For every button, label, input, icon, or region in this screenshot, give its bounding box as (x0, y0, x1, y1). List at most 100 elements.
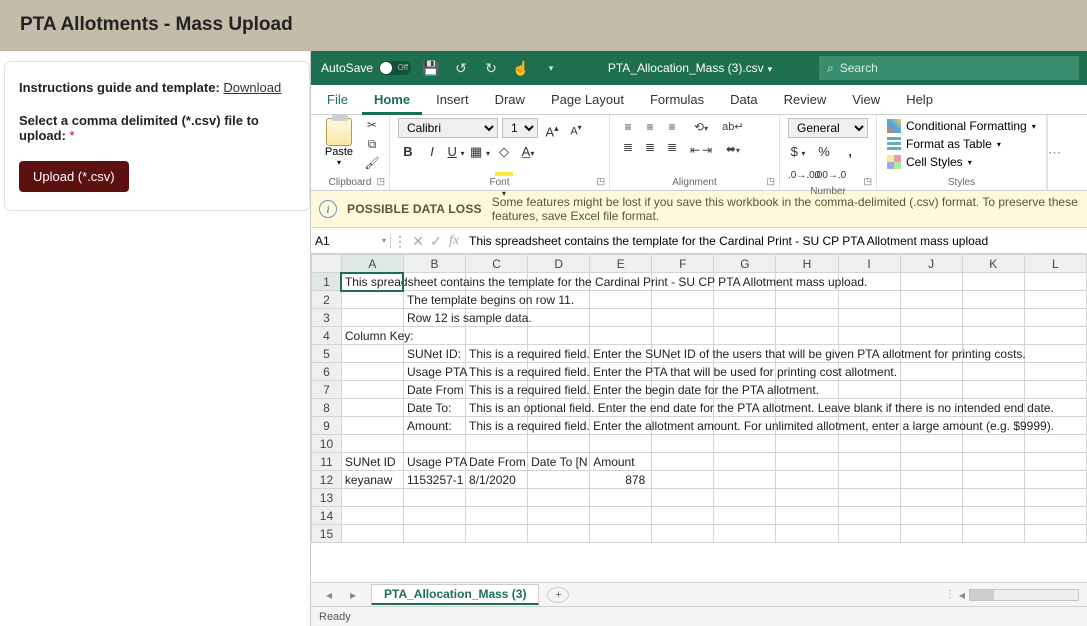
ribbon: Paste ▾ ✂ ⧉ 🖌 Clipboard ◳ Calibri (311, 115, 1087, 191)
accounting-format-icon[interactable]: $ ▾ (788, 142, 808, 162)
align-center-icon[interactable]: ≣ (640, 138, 660, 156)
excel-window: AutoSave Off 💾 ↺ ↻ ☝ ▾ PTA_Allocation_Ma… (310, 51, 1087, 626)
clipboard-icon (326, 118, 352, 146)
document-name[interactable]: PTA_Allocation_Mass (3).csv▾ (561, 61, 819, 75)
worksheet-grid[interactable]: A B C D E F G H I J K L 1This spreadshee… (311, 254, 1087, 582)
add-sheet-icon[interactable]: + (547, 587, 569, 603)
col-header[interactable]: I (838, 255, 900, 273)
col-header[interactable]: H (776, 255, 838, 273)
hscroll-left-icon[interactable]: ⋮ (945, 589, 955, 600)
group-number: General $ ▾ % , .0→.00 .00→.0 Number ◳ (780, 115, 877, 190)
group-font: Calibri 11 A▴ A▾ B I U ▾ ▦ ▾ ◇▾ A▾ Font (390, 115, 610, 190)
instructions-line: Instructions guide and template: Downloa… (19, 80, 295, 95)
align-top-icon[interactable]: ≡ (618, 118, 638, 136)
col-header[interactable]: A (341, 255, 403, 273)
wrap-text-icon[interactable]: ab↵ (722, 118, 743, 136)
search-box[interactable]: ⌕ (819, 56, 1079, 80)
increase-font-icon[interactable]: A▴ (542, 118, 562, 138)
number-launcher-icon[interactable]: ◳ (863, 176, 872, 187)
conditional-formatting-icon (887, 119, 901, 133)
merge-center-icon[interactable]: ⬌▾ (722, 140, 743, 160)
tab-review[interactable]: Review (772, 85, 839, 115)
cut-icon[interactable]: ✂ (363, 118, 381, 134)
autosave-toggle[interactable]: AutoSave Off (321, 61, 411, 75)
download-link[interactable]: Download (223, 80, 281, 95)
touch-mode-icon[interactable]: ☝ (511, 60, 531, 77)
select-file-label: Select a comma delimited (*.csv) file to… (19, 113, 295, 143)
redo-icon[interactable]: ↻ (481, 60, 501, 77)
align-left-icon[interactable]: ≣ (618, 138, 638, 156)
col-header[interactable]: C (466, 255, 528, 273)
col-header[interactable]: J (900, 255, 962, 273)
ribbon-tabs: File Home Insert Draw Page Layout Formul… (311, 85, 1087, 115)
horizontal-scrollbar[interactable] (969, 589, 1079, 601)
tab-help[interactable]: Help (894, 85, 945, 115)
percent-icon[interactable]: % (814, 142, 834, 162)
align-right-icon[interactable]: ≣ (662, 138, 682, 156)
sheet-prev-icon[interactable]: ◂ (326, 588, 332, 602)
font-size-select[interactable]: 11 (502, 118, 538, 138)
number-format-select[interactable]: General (788, 118, 868, 138)
cell-styles-button[interactable]: Cell Styles ▾ (885, 154, 1038, 170)
undo-icon[interactable]: ↺ (451, 60, 471, 77)
hscroll-left-icon[interactable]: ◂ (959, 588, 965, 602)
italic-icon[interactable]: I (422, 142, 442, 162)
paste-button[interactable]: Paste ▾ (319, 118, 359, 167)
enter-icon[interactable]: ✓ (427, 228, 445, 253)
sheet-tab-bar: ◂ ▸ PTA_Allocation_Mass (3) + ⋮ ◂ (311, 582, 1087, 606)
tab-insert[interactable]: Insert (424, 85, 481, 115)
decrease-indent-icon[interactable]: ⇤ (690, 141, 700, 159)
cancel-icon[interactable]: ✕ (409, 228, 427, 253)
decrease-decimal-icon[interactable]: .00→.0 (814, 166, 834, 186)
col-header[interactable]: K (962, 255, 1024, 273)
alignment-launcher-icon[interactable]: ◳ (766, 176, 775, 187)
fx-icon[interactable]: fx (445, 228, 463, 253)
col-header[interactable]: D (528, 255, 590, 273)
ribbon-overflow-icon[interactable]: ⋯ (1047, 115, 1061, 190)
clipboard-launcher-icon[interactable]: ◳ (376, 176, 385, 187)
font-launcher-icon[interactable]: ◳ (596, 176, 605, 187)
cancel-icon[interactable]: ⋮ (391, 228, 409, 253)
tab-data[interactable]: Data (718, 85, 769, 115)
orientation-icon[interactable]: ⟲▾ (690, 118, 712, 138)
underline-icon[interactable]: U ▾ (446, 142, 466, 162)
increase-decimal-icon[interactable]: .0→.00 (788, 166, 808, 186)
upload-button[interactable]: Upload (*.csv) (19, 161, 129, 192)
bold-icon[interactable]: B (398, 142, 418, 162)
group-alignment: ≡ ≡ ≡ ≣ ≣ ≣ ⟲▾ ⇤ ⇥ (610, 115, 780, 190)
align-middle-icon[interactable]: ≡ (640, 118, 660, 136)
status-bar: Ready (311, 606, 1087, 626)
decrease-font-icon[interactable]: A▾ (566, 118, 586, 138)
font-color-icon[interactable]: A▾ (518, 142, 538, 162)
tab-view[interactable]: View (840, 85, 892, 115)
col-header[interactable]: B (403, 255, 465, 273)
increase-indent-icon[interactable]: ⇥ (702, 141, 712, 159)
tab-formulas[interactable]: Formulas (638, 85, 716, 115)
tab-draw[interactable]: Draw (483, 85, 537, 115)
font-name-select[interactable]: Calibri (398, 118, 498, 138)
comma-style-icon[interactable]: , (840, 142, 860, 162)
borders-icon[interactable]: ▦ ▾ (470, 142, 490, 162)
formula-input[interactable]: This spreadsheet contains the template f… (463, 234, 1087, 248)
search-input[interactable] (840, 61, 1071, 75)
copy-icon[interactable]: ⧉ (363, 137, 381, 153)
col-header[interactable]: F (652, 255, 714, 273)
save-icon[interactable]: 💾 (421, 60, 441, 77)
sheet-next-icon[interactable]: ▸ (350, 588, 356, 602)
format-painter-icon[interactable]: 🖌 (363, 156, 381, 172)
tab-file[interactable]: File (315, 85, 360, 115)
col-header[interactable]: G (714, 255, 776, 273)
tab-page-layout[interactable]: Page Layout (539, 85, 636, 115)
group-styles: Conditional Formatting ▾ Format as Table… (877, 115, 1047, 190)
sheet-tab[interactable]: PTA_Allocation_Mass (3) (371, 584, 539, 605)
col-header[interactable]: E (590, 255, 652, 273)
fill-color-icon[interactable]: ◇▾ (494, 142, 514, 162)
format-as-table-button[interactable]: Format as Table ▾ (885, 136, 1038, 152)
col-header[interactable]: L (1024, 255, 1086, 273)
conditional-formatting-button[interactable]: Conditional Formatting ▾ (885, 118, 1038, 134)
select-all-corner[interactable] (312, 255, 342, 273)
customize-qat-icon[interactable]: ▾ (541, 63, 561, 74)
name-box[interactable]: A1▾ (311, 234, 391, 248)
align-bottom-icon[interactable]: ≡ (662, 118, 682, 136)
tab-home[interactable]: Home (362, 85, 422, 115)
